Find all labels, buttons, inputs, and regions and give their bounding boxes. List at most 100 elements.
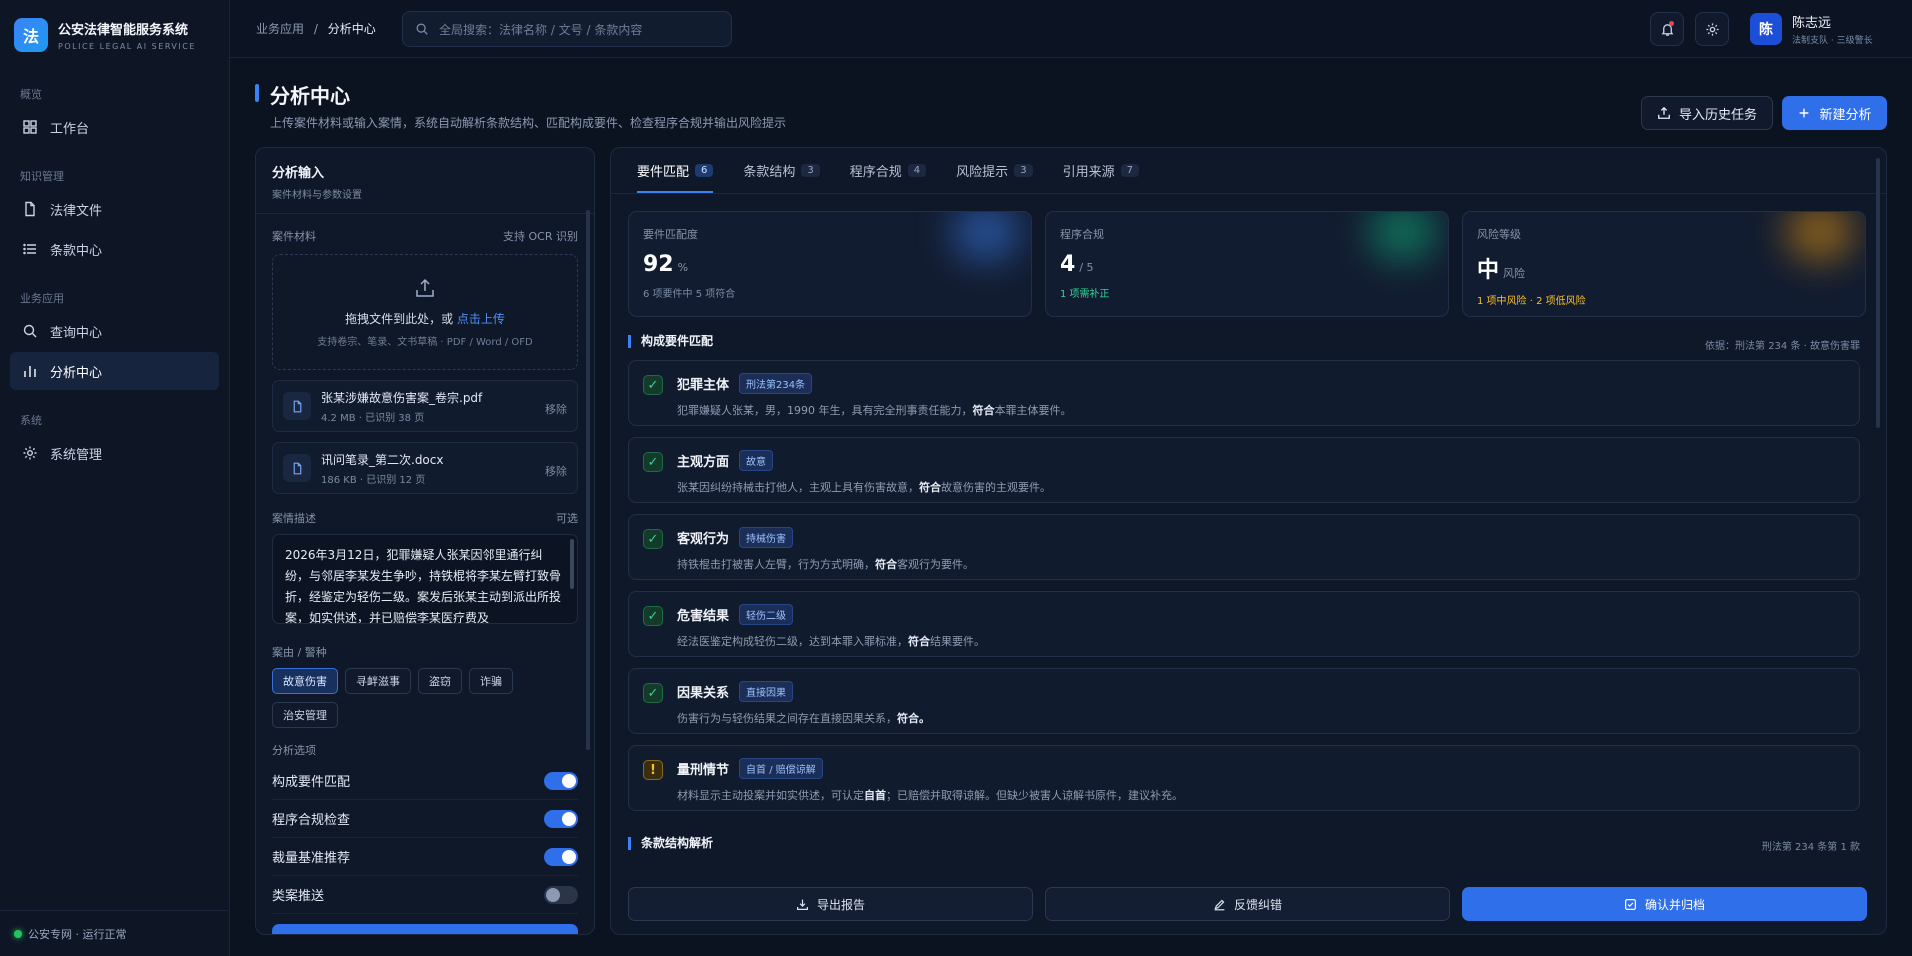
download-icon <box>797 899 808 910</box>
document-icon <box>293 400 301 412</box>
remove-file-button[interactable]: 移除 <box>545 401 567 417</box>
result-panel-scrollbar[interactable] <box>1876 158 1880 428</box>
chip-public-security[interactable]: 治安管理 <box>272 702 338 728</box>
breadcrumb-parent[interactable]: 业务应用 <box>256 22 304 36</box>
stat-card-procedure: 程序合规 4/ 5 1 项需补正 <box>1045 211 1449 317</box>
tab-count-badge: 3 <box>1014 164 1033 177</box>
category-label: 案由 / 警种 <box>272 646 327 659</box>
start-analysis-button[interactable] <box>272 924 578 934</box>
case-desc-optional: 可选 <box>556 512 578 525</box>
requirement-card[interactable]: ✓ 客观行为 持械伤害 持铁棍击打被害人左臂，行为方式明确，符合客观行为要件。 <box>628 514 1860 580</box>
tab-label: 条款结构 <box>743 165 796 180</box>
sidebar-item-system-settings[interactable]: 系统管理 <box>10 434 219 472</box>
desc-text: 张某因纠纷持械击打他人，主观上具有伤害故意， <box>677 481 919 494</box>
notification-button[interactable] <box>1650 12 1684 46</box>
chip-theft[interactable]: 盗窃 <box>418 668 462 694</box>
search-placeholder: 全局搜索：法律名称 / 文号 / 条款内容 <box>439 22 643 37</box>
gear-icon <box>23 446 37 460</box>
desc-text: 本罪主体要件。 <box>994 404 1072 417</box>
tab-citations[interactable]: 引用来源 7 <box>1063 148 1139 193</box>
stat-card-risk-level: 风险等级 中风险 1 项中风险 · 2 项低风险 <box>1462 211 1866 317</box>
procedure-check-toggle[interactable] <box>544 809 578 828</box>
network-status: 公安专网 · 运行正常 <box>0 910 230 956</box>
option-discretion-recommend: 裁量基准推荐 <box>272 838 578 876</box>
ocr-hint: 支持 OCR 识别 <box>503 230 578 243</box>
sidebar-item-label: 查询中心 <box>50 325 103 341</box>
requirement-match-toggle[interactable] <box>544 771 578 790</box>
input-panel-scrollbar[interactable] <box>586 210 590 750</box>
check-icon: ✓ <box>643 452 663 472</box>
remove-file-button[interactable]: 移除 <box>545 463 567 479</box>
desc-text: 经法医鉴定构成轻伤二级，达到本罪入罪标准， <box>677 635 908 648</box>
sidebar-item-clauses[interactable]: 条款中心 <box>10 230 219 268</box>
upload-link[interactable]: 点击上传 <box>457 312 505 326</box>
requirement-card[interactable]: ✓ 犯罪主体 刑法第234条 犯罪嫌疑人张某，男，1990 年生，具有完全刑事责任能力… <box>628 360 1860 426</box>
requirement-name: 量刑情节 <box>677 763 730 778</box>
chip-provocation[interactable]: 寻衅滋事 <box>345 668 411 694</box>
discretion-recommend-toggle[interactable] <box>544 847 578 866</box>
requirement-card[interactable]: ! 量刑情节 自首 / 赔偿谅解 材料显示主动投案并如实供述，可认定自首；已赔偿并取得… <box>628 745 1860 811</box>
tab-risk-alerts[interactable]: 风险提示 3 <box>956 148 1033 193</box>
settings-button[interactable] <box>1695 12 1729 46</box>
upload-icon <box>416 278 434 297</box>
new-analysis-button[interactable]: 新建分析 <box>1782 96 1887 130</box>
desc-emphasis: 自首 <box>864 789 886 802</box>
tab-requirement-match[interactable]: 要件匹配 6 <box>637 148 714 193</box>
status-dot-icon <box>14 929 22 938</box>
desc-emphasis: 符合 <box>875 558 897 571</box>
requirement-name: 主观方面 <box>677 455 730 470</box>
option-procedure-check: 程序合规检查 <box>272 800 578 838</box>
requirement-desc: 经法医鉴定构成轻伤二级，达到本罪入罪标准，符合结果要件。 <box>677 633 1845 649</box>
requirement-card[interactable]: ✓ 主观方面 故意 张某因纠纷持械击打他人，主观上具有伤害故意，符合故意伤害的主观要件… <box>628 437 1860 503</box>
upload-icon <box>1658 106 1670 119</box>
stat-note: 1 项需补正 <box>1060 289 1110 300</box>
requirement-card[interactable]: ✓ 危害结果 轻伤二级 经法医鉴定构成轻伤二级，达到本罪入罪标准，符合结果要件。 <box>628 591 1860 657</box>
desc-emphasis: 符合。 <box>897 712 930 725</box>
check-icon: ✓ <box>643 606 663 626</box>
option-label: 程序合规检查 <box>272 813 351 828</box>
page-title: 分析中心 <box>270 84 350 108</box>
similar-case-toggle[interactable] <box>544 885 578 904</box>
analysis-input-panel: 分析输入 案件材料与参数设置 案件材料 支持 OCR 识别 拖拽文件到此处，或 … <box>255 147 595 935</box>
desc-text: 伤害行为与轻伤结果之间存在直接因果关系， <box>677 712 897 725</box>
tab-procedure-compliance[interactable]: 程序合规 4 <box>850 148 927 193</box>
file-type-icon-wrap <box>283 392 311 420</box>
file-meta: 4.2 MB · 已识别 38 页 <box>321 412 425 424</box>
user-menu[interactable]: 陈 陈志远 法制支队 · 三级警长 <box>1750 12 1873 46</box>
check-square-icon <box>1625 898 1636 910</box>
requirement-card[interactable]: ✓ 因果关系 直接因果 伤害行为与轻伤结果之间存在直接因果关系，符合。 <box>628 668 1860 734</box>
sidebar-item-analysis[interactable]: 分析中心 <box>10 352 219 390</box>
option-label: 裁量基准推荐 <box>272 851 351 866</box>
textarea-scrollbar[interactable] <box>570 539 574 589</box>
stat-value: 中 <box>1477 258 1500 283</box>
section-title-clause-structure: 条款结构解析 <box>628 837 713 850</box>
chip-fraud[interactable]: 诈骗 <box>469 668 513 694</box>
import-history-button[interactable]: 导入历史任务 <box>1641 96 1773 130</box>
sidebar-item-query[interactable]: 查询中心 <box>10 312 219 350</box>
desc-text: 持铁棍击打被害人左臂，行为方式明确， <box>677 558 875 571</box>
chip-intentional-injury[interactable]: 故意伤害 <box>272 668 338 694</box>
requirement-desc: 犯罪嫌疑人张某，男，1990 年生，具有完全刑事责任能力，符合本罪主体要件。 <box>677 402 1845 418</box>
materials-label: 案件材料 <box>272 230 316 243</box>
confirm-archive-button[interactable]: 确认并归档 <box>1462 887 1867 921</box>
sidebar: 法 公安法律智能服务系统 POLICE LEGAL AI SERVICE 概览 … <box>0 0 230 956</box>
export-report-label: 导出报告 <box>816 897 865 912</box>
confirm-archive-label: 确认并归档 <box>1644 897 1705 912</box>
global-search-input[interactable]: 全局搜索：法律名称 / 文号 / 条款内容 <box>402 11 732 47</box>
desc-text: 犯罪嫌疑人张某，男，1990 年生，具有完全刑事责任能力， <box>677 404 973 417</box>
category-chips: 故意伤害 寻衅滋事 盗窃 诈骗 治安管理 <box>256 668 594 736</box>
stats-row: 要件匹配度 92% 6 项要件中 5 项符合 程序合规 4/ 5 1 项需补正 … <box>628 211 1879 317</box>
export-report-button[interactable]: 导出报告 <box>628 887 1033 921</box>
pencil-icon <box>1214 899 1225 910</box>
notification-dot <box>1669 21 1674 26</box>
tab-clause-structure[interactable]: 条款结构 3 <box>743 148 820 193</box>
sidebar-item-legal-files[interactable]: 法律文件 <box>10 190 219 228</box>
feedback-button[interactable]: 反馈纠错 <box>1045 887 1450 921</box>
stat-unit: 风险 <box>1503 267 1526 280</box>
section-title-requirements: 构成要件匹配 <box>628 335 713 348</box>
sidebar-item-workbench[interactable]: 工作台 <box>10 108 219 146</box>
case-description-textarea[interactable]: 2026年3月12日，犯罪嫌疑人张某因邻里通行纠纷，与邻居李某发生争吵，持铁棍将… <box>272 534 578 624</box>
input-panel-title: 分析输入 <box>272 166 325 181</box>
check-icon: ✓ <box>643 529 663 549</box>
upload-dropzone[interactable]: 拖拽文件到此处，或 点击上传 支持卷宗、笔录、文书草稿 · PDF / Word… <box>272 254 578 370</box>
